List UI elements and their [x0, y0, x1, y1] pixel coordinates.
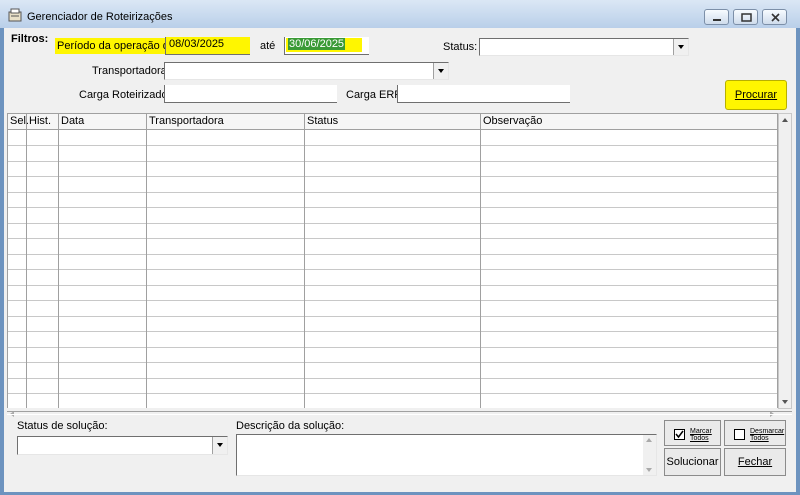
- window: Gerenciador de Roteirizações Filtros: Pe…: [0, 0, 800, 495]
- solution-status-label: Status de solução:: [17, 420, 108, 432]
- carrier-dropdown[interactable]: [164, 62, 449, 80]
- unmark-all-button[interactable]: Desmarcar Todos: [724, 420, 786, 446]
- close-window-button[interactable]: [762, 9, 787, 25]
- solve-button[interactable]: Solucionar: [664, 448, 721, 476]
- chevron-down-icon[interactable]: [433, 63, 448, 79]
- unmark-all-line2: Todos: [750, 435, 769, 442]
- checkmark-icon: [675, 430, 684, 439]
- col-transportadora[interactable]: Transportadora: [147, 114, 305, 129]
- title-bar[interactable]: Gerenciador de Roteirizações: [0, 0, 800, 28]
- scroll-up-icon[interactable]: [782, 118, 788, 122]
- date-from-field[interactable]: 08/03/2025: [165, 37, 250, 55]
- mark-all-checkbox[interactable]: [674, 429, 685, 440]
- app-icon: [8, 8, 22, 22]
- grid-vertical-scrollbar[interactable]: [778, 113, 792, 409]
- close-button[interactable]: Fechar: [724, 448, 786, 476]
- until-label: até: [260, 40, 276, 52]
- erp-load-field[interactable]: [397, 85, 570, 103]
- col-sel[interactable]: Sel.: [8, 114, 29, 129]
- unmark-all-line1: Desmarcar: [750, 428, 785, 435]
- scroll-down-icon[interactable]: [782, 400, 788, 404]
- status-label: Status:: [443, 41, 478, 53]
- grid-header: Sel. Hist. Data Transportadora Status Ob…: [8, 114, 777, 130]
- col-status[interactable]: Status: [305, 114, 481, 129]
- solution-status-dropdown[interactable]: [17, 436, 228, 455]
- grid-lines: [8, 130, 777, 408]
- date-to-field[interactable]: 30/06/2025: [284, 37, 369, 55]
- solution-description-label: Descrição da solução:: [236, 420, 345, 432]
- search-button[interactable]: Procurar: [725, 80, 787, 110]
- maximize-button[interactable]: [733, 9, 758, 25]
- filters-heading: Filtros:: [11, 33, 49, 45]
- carrier-label: Transportadora:: [92, 65, 170, 77]
- solution-description-textarea[interactable]: [236, 434, 657, 476]
- minimize-button[interactable]: [704, 9, 729, 25]
- results-grid[interactable]: Sel. Hist. Data Transportadora Status Ob…: [7, 113, 778, 409]
- col-hist[interactable]: Hist.: [27, 114, 59, 129]
- window-title: Gerenciador de Roteirizações: [27, 11, 173, 23]
- route-load-field[interactable]: [164, 85, 337, 103]
- mark-all-button[interactable]: Marcar Todos: [664, 420, 721, 446]
- scroll-up-icon[interactable]: [646, 438, 652, 442]
- date-to-value: 30/06/2025: [288, 38, 346, 50]
- mark-all-line2: Todos: [690, 435, 709, 442]
- route-load-label: Carga Roteirizador:: [79, 89, 175, 101]
- col-observacao[interactable]: Observação: [481, 114, 777, 129]
- chevron-down-icon[interactable]: [212, 437, 227, 454]
- unmark-all-checkbox[interactable]: [734, 429, 745, 440]
- scroll-down-icon[interactable]: [646, 468, 652, 472]
- form-client-area: Filtros: Período da operação de: 08/03/2…: [4, 28, 796, 492]
- section-divider: [7, 411, 792, 415]
- chevron-down-icon[interactable]: [673, 39, 688, 55]
- description-scrollbar[interactable]: [643, 435, 656, 475]
- erp-load-label: Carga ERP:: [346, 89, 405, 101]
- col-data[interactable]: Data: [59, 114, 147, 129]
- mark-all-line1: Marcar: [690, 428, 712, 435]
- period-label: Período da operação de:: [55, 38, 181, 54]
- status-dropdown[interactable]: [479, 38, 689, 56]
